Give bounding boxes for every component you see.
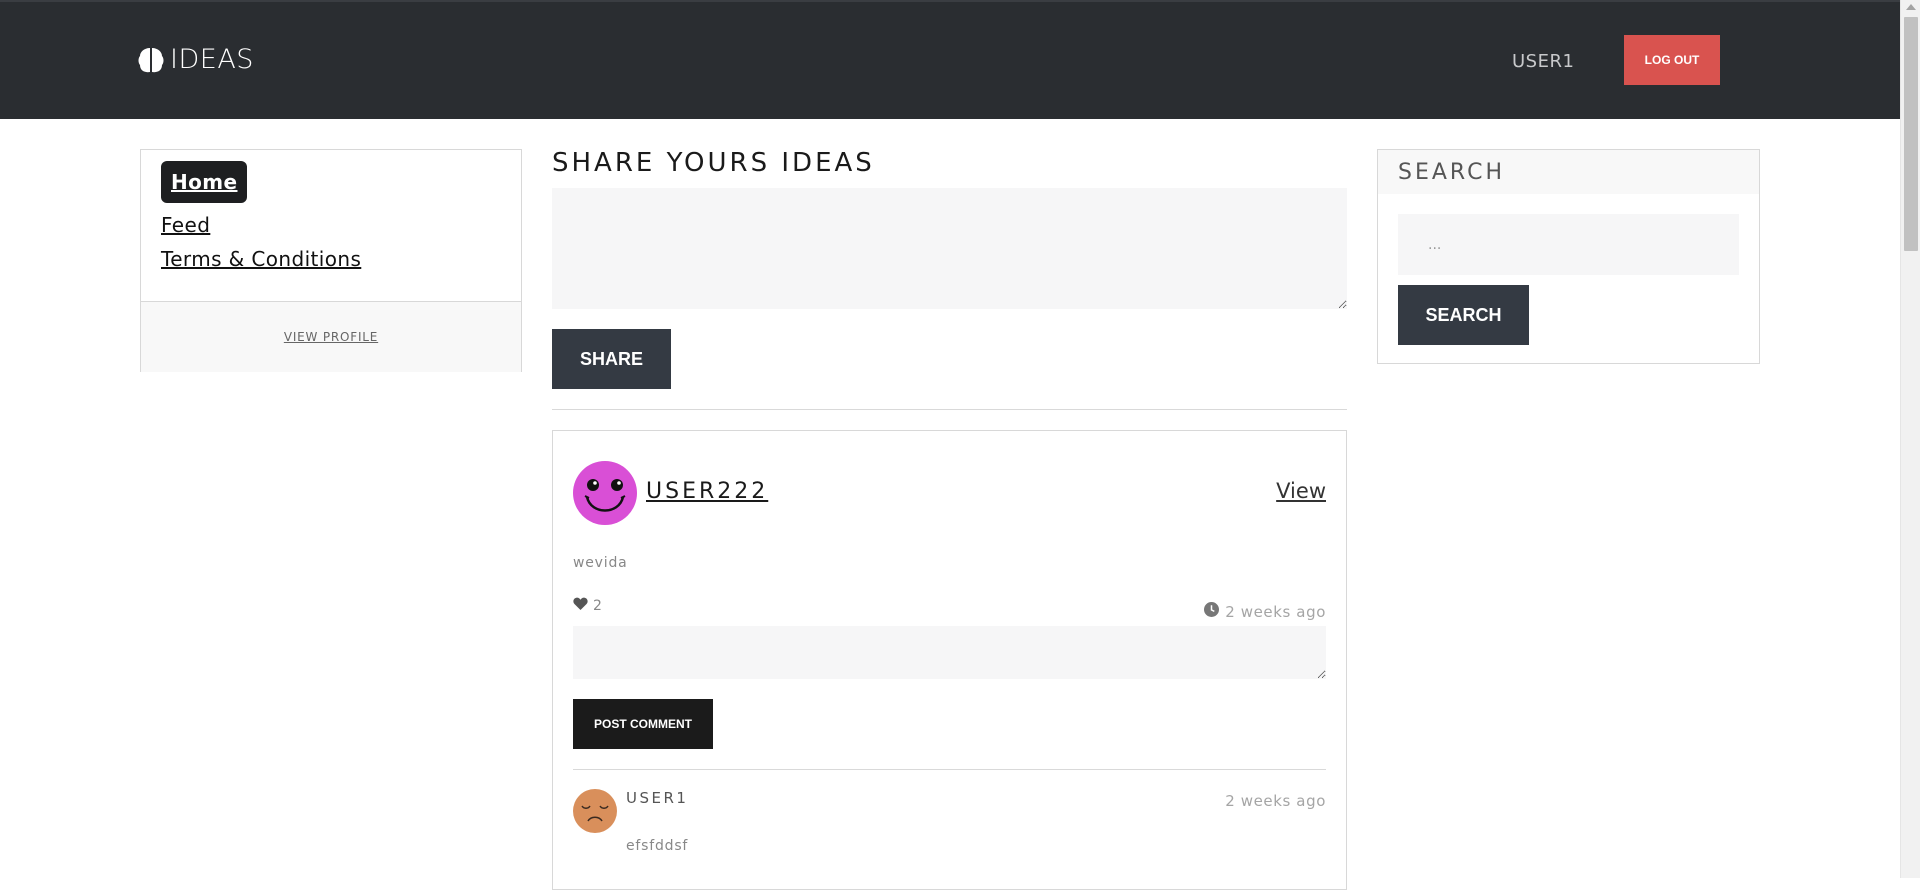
brain-icon [138,46,164,74]
divider [573,769,1326,770]
logout-button[interactable]: LOG OUT [1624,35,1720,85]
sidebar-nav-card: Home Feed Terms & Conditions VIEW PROFIL… [140,149,522,372]
sidebar-item-feed[interactable]: Feed [161,213,210,237]
post-comment-button[interactable]: POST COMMENT [573,699,713,749]
clock-icon [1204,602,1220,621]
post-content: wevida [573,555,628,571]
post-author-link[interactable]: USER222 [646,479,768,504]
comment-text: efsfddsf [626,838,689,854]
brand-name: IDEAS [170,44,254,75]
sidebar-nav: Home Feed Terms & Conditions [141,150,521,301]
nav-username[interactable]: USER1 [1512,51,1574,72]
view-profile-link[interactable]: VIEW PROFILE [284,330,378,344]
sidebar-item-terms[interactable]: Terms & Conditions [161,247,361,271]
comment-timestamp: 2 weeks ago [1225,792,1326,810]
brand-logo[interactable]: IDEAS [138,44,254,75]
page-scrollbar[interactable] [1900,0,1920,878]
post-card: USER222 View wevida 2 2 weeks ago POST C… [552,430,1347,890]
divider [552,409,1347,410]
search-button[interactable]: SEARCH [1398,285,1529,345]
post-view-link[interactable]: View [1276,479,1326,503]
share-button[interactable]: SHARE [552,329,671,389]
like-count: 2 [593,597,602,614]
post-timestamp: 2 weeks ago [1204,602,1326,621]
like-counter[interactable]: 2 [573,597,602,614]
sad-face-avatar-icon [573,789,617,833]
scrollbar-thumb[interactable] [1904,17,1918,251]
comment-input[interactable] [573,626,1326,679]
sidebar-item-home[interactable]: Home [161,161,248,203]
share-idea-input[interactable] [552,188,1347,309]
smiley-avatar-icon [573,461,637,525]
post-time-text: 2 weeks ago [1225,602,1326,621]
search-heading: SEARCH [1378,150,1759,194]
comment-author[interactable]: USER1 [626,789,688,807]
sidebar-footer: VIEW PROFILE [141,301,521,372]
share-title: SHARE YOURS IDEAS [552,148,875,178]
heart-icon[interactable] [573,597,588,614]
scroll-up-arrow-icon[interactable] [1906,4,1916,10]
search-input[interactable] [1398,214,1739,275]
top-navbar: IDEAS USER1 LOG OUT [0,0,1900,119]
search-card: SEARCH SEARCH [1377,149,1760,364]
